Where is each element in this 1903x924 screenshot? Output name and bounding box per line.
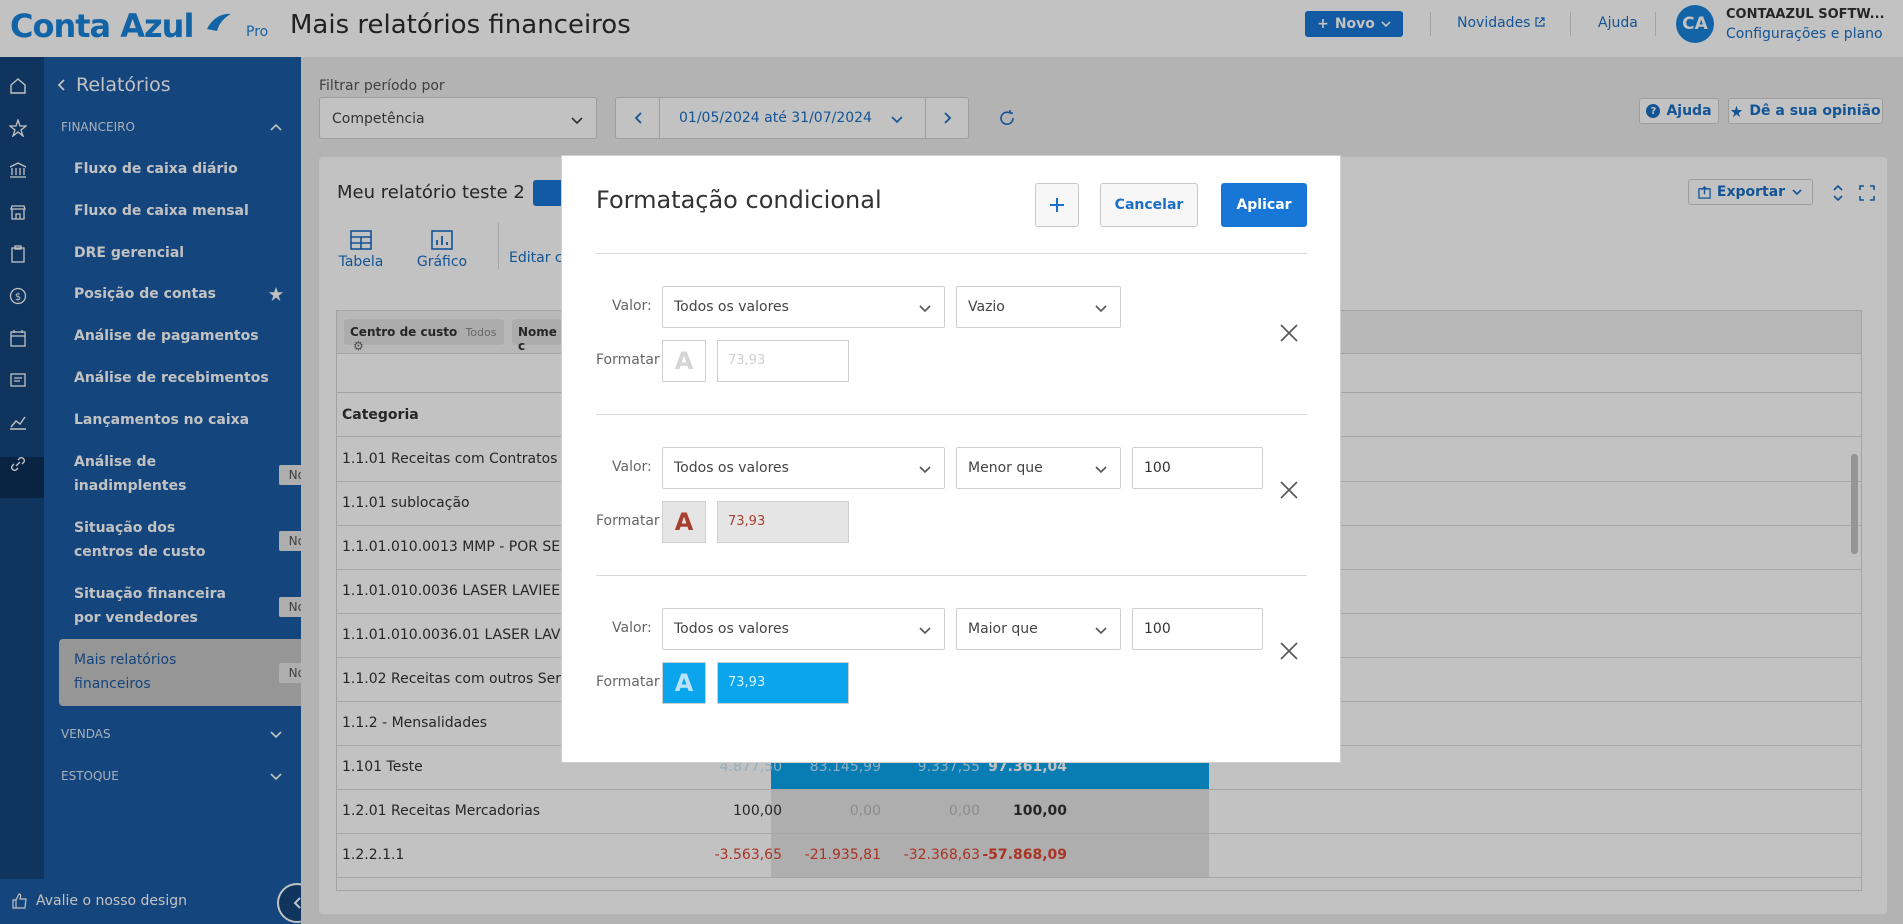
chevron-down-icon: [1095, 466, 1107, 474]
close-icon[interactable]: [1278, 479, 1300, 501]
format-preview[interactable]: 73,93: [717, 662, 849, 704]
condition-select[interactable]: Maior que: [956, 608, 1121, 650]
modal-divider: [596, 414, 1307, 415]
modal-title: Formatação condicional: [596, 186, 882, 214]
apply-button[interactable]: Aplicar: [1221, 183, 1307, 227]
close-icon[interactable]: [1278, 322, 1300, 344]
condition-select[interactable]: Menor que: [956, 447, 1121, 489]
condition-select[interactable]: Vazio: [956, 286, 1121, 328]
text-color-picker[interactable]: A: [662, 501, 706, 543]
threshold-input[interactable]: 100: [1132, 608, 1263, 650]
valor-label: Valor:: [612, 620, 652, 636]
close-icon[interactable]: [1278, 640, 1300, 662]
condition-value: Menor que: [968, 460, 1043, 476]
chevron-down-icon: [919, 466, 931, 474]
text-color-picker[interactable]: A: [662, 340, 706, 382]
condition-value: Maior que: [968, 621, 1038, 637]
threshold-input[interactable]: 100: [1132, 447, 1263, 489]
scope-value: Todos os valores: [674, 621, 789, 637]
valor-label: Valor:: [612, 459, 652, 475]
conditional-format-modal: Formatação condicional Cancelar Aplicar …: [561, 155, 1341, 763]
plus-icon: [1050, 198, 1064, 212]
valor-label: Valor:: [612, 298, 652, 314]
scope-value: Todos os valores: [674, 299, 789, 315]
format-preview[interactable]: 73,93: [717, 501, 849, 543]
format-preview[interactable]: 73,93: [717, 340, 849, 382]
formatar-label: Formatar: [596, 352, 660, 368]
scope-select[interactable]: Todos os valores: [662, 447, 945, 489]
modal-divider: [596, 253, 1307, 254]
chevron-down-icon: [919, 627, 931, 635]
scope-select[interactable]: Todos os valores: [662, 286, 945, 328]
format-rule: Valor: Todos os valores Menor que 100 Format…: [596, 447, 1307, 557]
chevron-down-icon: [1095, 627, 1107, 635]
chevron-down-icon: [919, 305, 931, 313]
cancel-button[interactable]: Cancelar: [1100, 183, 1198, 227]
format-rule: Valor: Todos os valores Vazio Formatar A 73,9…: [596, 286, 1307, 396]
chevron-down-icon: [1095, 305, 1107, 313]
add-rule-button[interactable]: [1035, 183, 1079, 227]
condition-value: Vazio: [968, 299, 1005, 315]
scope-value: Todos os valores: [674, 460, 789, 476]
formatar-label: Formatar: [596, 674, 660, 690]
text-color-picker[interactable]: A: [662, 662, 706, 704]
formatar-label: Formatar: [596, 513, 660, 529]
scope-select[interactable]: Todos os valores: [662, 608, 945, 650]
modal-divider: [596, 575, 1307, 576]
format-rule: Valor: Todos os valores Maior que 100 Format…: [596, 608, 1307, 718]
